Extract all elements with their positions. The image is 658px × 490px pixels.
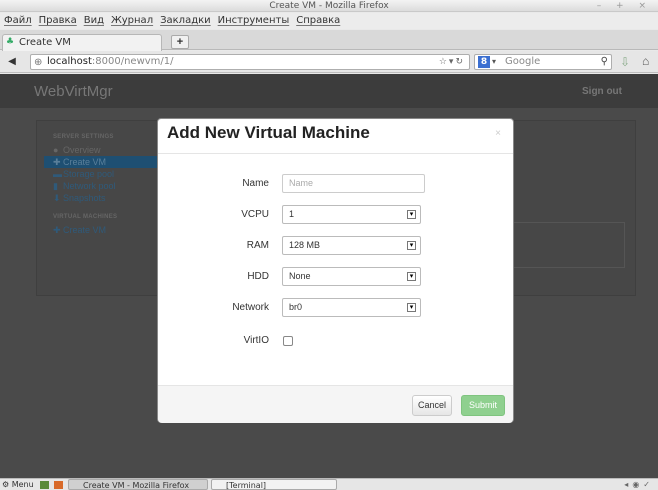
os-taskbar: ⚙ Menu Create VM - Mozilla Firefox [Term… — [0, 478, 658, 490]
start-menu-label: Menu — [11, 480, 34, 489]
virtio-checkbox[interactable] — [283, 336, 293, 346]
new-tab-button[interactable]: + — [171, 35, 189, 49]
name-row: Name Name — [158, 174, 513, 194]
tab-bar: ♣ Create VM + — [0, 30, 658, 51]
modal-title: Add New Virtual Machine — [167, 123, 370, 142]
modal-header: Add New Virtual Machine × — [158, 119, 513, 154]
hdd-select[interactable]: None ▾ — [282, 267, 421, 286]
menu-view[interactable]: Вид — [84, 15, 104, 26]
signal-icon: ▮ — [53, 181, 58, 191]
firefox-launcher-icon[interactable] — [54, 481, 63, 489]
sidebar-item-label: Create VM — [63, 225, 107, 235]
sidebar-item-overview[interactable]: ● Overview — [44, 144, 160, 156]
name-input[interactable]: Name — [282, 174, 425, 193]
navigation-bar: ◀ ⊕ localhost:8000/newvm/1/ ☆▾↻ 8 ▾ Goog… — [0, 51, 658, 73]
menu-tools[interactable]: Инструменты — [218, 15, 290, 26]
server-settings-heading: SERVER SETTINGS — [53, 134, 114, 140]
network-label: Network — [232, 302, 269, 313]
search-placeholder: Google — [505, 56, 541, 67]
vcpu-label: VCPU — [241, 209, 269, 220]
system-tray[interactable]: ◂◉✓ — [624, 479, 654, 490]
search-icon[interactable]: ⚲ — [601, 55, 608, 69]
sidebar-item-label: Overview — [63, 145, 101, 155]
download-icon[interactable]: ⇩ — [620, 55, 630, 69]
ram-select[interactable]: 128 MB ▾ — [282, 236, 421, 255]
modal-footer: Cancel Submit — [158, 385, 513, 423]
tab-label: Create VM — [19, 37, 71, 48]
menu-help[interactable]: Справка — [296, 15, 340, 26]
main-panel — [505, 222, 625, 268]
menu-bookmarks[interactable]: Закладки — [160, 15, 211, 26]
vcpu-select[interactable]: 1 ▾ — [282, 205, 421, 224]
hdd-row: HDD None ▾ — [158, 267, 513, 287]
signout-link[interactable]: Sign out — [582, 86, 622, 97]
task-firefox[interactable]: Create VM - Mozilla Firefox — [68, 479, 208, 490]
sidebar-item-label: Create VM — [63, 157, 107, 167]
back-arrow-icon[interactable]: ◀ — [4, 55, 20, 69]
network-row: Network br0 ▾ — [158, 298, 513, 318]
chevron-down-icon: ▾ — [407, 272, 416, 281]
hdd-label: HDD — [247, 271, 269, 282]
sidebar-item-label: Snapshots — [63, 193, 106, 203]
url-controls[interactable]: ☆▾↻ — [439, 55, 465, 69]
virtio-row: VirtIO — [158, 331, 513, 351]
submit-button[interactable]: Submit — [461, 395, 505, 416]
task-label: [Terminal] — [226, 481, 267, 490]
sidebar-item-create-vm[interactable]: ✚ Create VM — [44, 156, 160, 168]
sidebar-item-label: Storage pool — [63, 169, 115, 179]
virtual-machines-heading: VIRTUAL MACHINES — [53, 214, 118, 220]
url-path: :8000/newvm/1/ — [91, 56, 174, 67]
sidebar-item-vm-create[interactable]: ✚ Create VM — [44, 224, 160, 236]
sidebar-item-label: Network pool — [63, 181, 116, 191]
close-icon[interactable]: × — [495, 128, 501, 139]
folder-icon: ▬ — [53, 169, 62, 179]
favicon-icon: ♣ — [6, 37, 15, 47]
vcpu-row: VCPU 1 ▾ — [158, 205, 513, 225]
chevron-down-icon: ▾ — [407, 303, 416, 312]
search-bar[interactable]: 8 ▾ Google ⚲ — [474, 54, 612, 70]
ram-value: 128 MB — [289, 240, 321, 250]
chevron-down-icon: ▾ — [407, 210, 416, 219]
add-vm-modal: Add New Virtual Machine × Name Name VCPU… — [157, 118, 514, 423]
plus-icon: ✚ — [53, 225, 61, 235]
network-select[interactable]: br0 ▾ — [282, 298, 421, 317]
menu-edit[interactable]: Правка — [39, 15, 77, 26]
chevron-down-icon: ▾ — [407, 241, 416, 250]
cancel-button[interactable]: Cancel — [412, 395, 452, 416]
ram-label: RAM — [246, 240, 269, 251]
ram-row: RAM 128 MB ▾ — [158, 236, 513, 256]
vcpu-value: 1 — [289, 209, 295, 219]
start-menu-button[interactable]: ⚙ Menu — [2, 479, 34, 490]
search-engine-icon[interactable]: 8 — [478, 56, 490, 68]
sidebar-item-snapshots[interactable]: ⬇ Snapshots — [44, 192, 160, 204]
window-title: Create VM - Mozilla Firefox — [269, 1, 389, 11]
menu-history[interactable]: Журнал — [111, 15, 153, 26]
sidebar-item-network-pool[interactable]: ▮ Network pool — [44, 180, 160, 192]
search-engine-dropdown-icon[interactable]: ▾ — [492, 55, 496, 69]
terminal-launcher-icon[interactable] — [40, 481, 49, 489]
name-label: Name — [242, 178, 269, 189]
url-bar[interactable]: ⊕ localhost:8000/newvm/1/ ☆▾↻ — [30, 54, 470, 70]
info-icon: ● — [53, 145, 59, 155]
menu-file[interactable]: Файл — [4, 15, 32, 26]
sidebar: SERVER SETTINGS ● Overview ✚ Create VM ▬St… — [44, 128, 160, 282]
task-terminal[interactable]: [Terminal] — [211, 479, 337, 490]
window-titlebar: Create VM - Mozilla Firefox – + × — [0, 0, 658, 12]
network-value: br0 — [289, 302, 303, 312]
url-host: localhost — [47, 56, 92, 67]
plus-icon: ✚ — [53, 157, 61, 167]
hdd-value: None — [289, 271, 311, 281]
task-label: Create VM - Mozilla Firefox — [83, 481, 190, 490]
download-icon: ⬇ — [53, 193, 61, 203]
globe-icon: ⊕ — [34, 57, 43, 68]
sidebar-item-storage-pool[interactable]: ▬Storage pool — [44, 168, 160, 180]
brand-logo[interactable]: WebVirtMgr — [34, 83, 113, 100]
window-controls[interactable]: – + × — [597, 0, 652, 12]
tab-create-vm[interactable]: ♣ Create VM — [2, 34, 162, 51]
menu-bar: Файл Правка Вид Журнал Закладки Инструменты Сп… — [0, 13, 658, 29]
home-icon[interactable]: ⌂ — [642, 54, 649, 68]
app-navbar: WebVirtMgr Sign out — [0, 74, 658, 108]
virtio-label: VirtIO — [243, 335, 269, 346]
